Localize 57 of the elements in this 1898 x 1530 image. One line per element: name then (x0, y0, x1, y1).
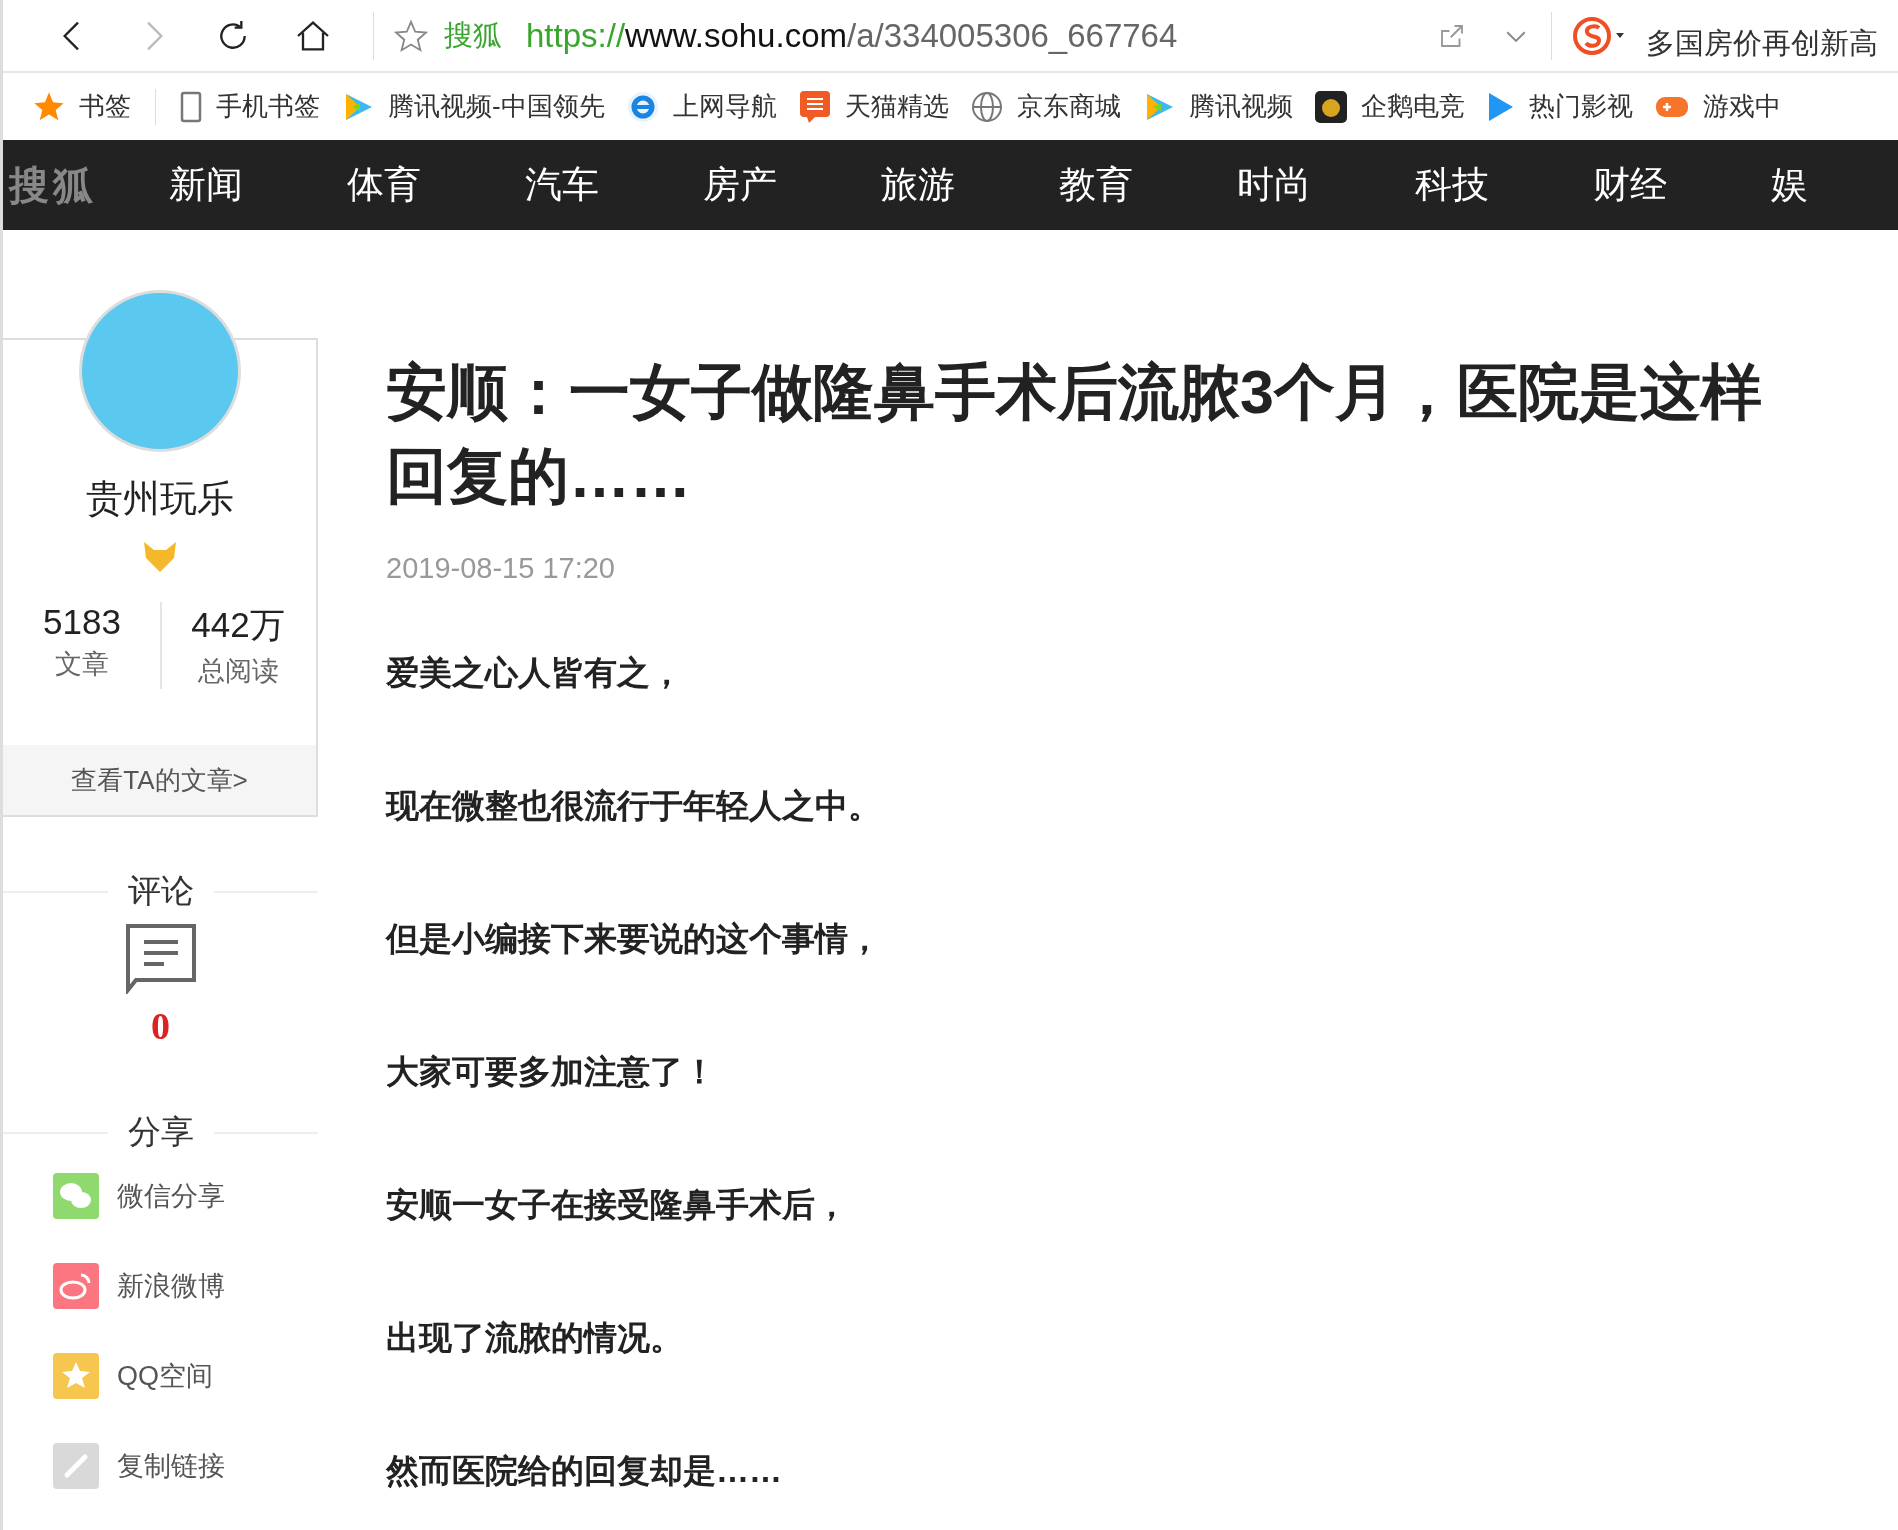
nav-link[interactable]: 新闻 (169, 160, 347, 210)
bookmark-link[interactable]: 热门影视 (1486, 89, 1633, 124)
fox-badge-icon (141, 540, 178, 574)
phone-icon (180, 90, 202, 123)
speech-badge-icon (798, 89, 831, 124)
share-option[interactable]: QQ空间 (53, 1353, 318, 1399)
article-paragraph: 大家可要多加注意了！ (386, 1052, 717, 1092)
article-title: 安顺：一女子做隆鼻手术后流脓3个月，医院是这样回复的…… (386, 357, 1763, 512)
site-name-label: 搜狐 (444, 17, 502, 53)
star-outline-icon (394, 18, 428, 53)
nav-link[interactable]: 财经 (1593, 160, 1771, 210)
article-paragraph: 出现了流脓的情况。 (386, 1318, 684, 1358)
stat-label: 文章 (55, 648, 109, 681)
nav-link[interactable]: 汽车 (525, 160, 703, 210)
nav-link[interactable]: 体育 (347, 160, 525, 210)
search-engine-icon[interactable] (1572, 15, 1626, 56)
search-suggestion[interactable]: 多国房价再创新高 (1646, 23, 1878, 64)
share-option[interactable]: 新浪微博 (53, 1263, 318, 1309)
article-paragraph: 爱美之心人皆有之， (386, 653, 684, 693)
article-paragraph: 安顺一女子在接受隆鼻手术后， (386, 1185, 849, 1225)
bookmark-link[interactable]: 天猫精选 (798, 89, 949, 124)
article-paragraph: 但是小编接下来要说的这个事情， (386, 919, 882, 959)
bookmark-link[interactable]: 腾讯视频-中国领先 (342, 89, 605, 124)
site-logo[interactable]: 搜狐 (9, 157, 97, 213)
bookmark-link[interactable]: 游戏中 (1654, 89, 1781, 124)
bookmark-link[interactable]: 书签 (33, 89, 131, 124)
bookmark-link[interactable]: 手机书签 (180, 89, 320, 124)
bookmark-link[interactable]: 企鹅电竞 (1314, 89, 1465, 124)
nav-link[interactable]: 时尚 (1237, 160, 1415, 210)
address-field[interactable]: https://www.sohu.com/a/334005306_667764 (526, 16, 1437, 55)
nav-link[interactable]: 教育 (1059, 160, 1237, 210)
share-option[interactable]: 微信分享 (53, 1173, 318, 1219)
bookmark-link[interactable]: 上网导航 (626, 89, 777, 124)
stat-label: 总阅读 (197, 655, 279, 688)
section-heading: 分享 (127, 1112, 194, 1152)
bookmark-link[interactable]: 京东商城 (970, 89, 1121, 124)
play-icon (1486, 90, 1515, 123)
stat-value: 442万 (191, 604, 285, 646)
view-articles-link[interactable]: 查看TA的文章> (3, 745, 316, 815)
nav-link[interactable]: 旅游 (881, 160, 1059, 210)
comment-count: 0 (151, 1004, 170, 1048)
e-logo-icon (626, 90, 659, 123)
share-option[interactable]: 复制链接 (53, 1443, 318, 1489)
section-heading: 评论 (127, 871, 194, 911)
nav-link[interactable]: 娱 (1771, 160, 1898, 210)
author-name: 贵州玩乐 (85, 477, 234, 521)
publish-date: 2019-08-15 17:20 (386, 552, 616, 585)
globe-icon (970, 90, 1003, 123)
nav-link[interactable]: 房产 (703, 160, 881, 210)
article-paragraph: 然而医院给的回复却是…… (386, 1451, 783, 1491)
bookmark-link[interactable]: 腾讯视频 (1142, 89, 1293, 124)
chat-bubbles-icon (53, 1173, 99, 1219)
article-paragraph: 现在微整也很流行于年轻人之中。 (386, 786, 882, 826)
stat-value: 5183 (43, 602, 121, 642)
weibo-icon (53, 1263, 99, 1309)
comment-icon[interactable] (125, 924, 196, 994)
nav-link[interactable]: 科技 (1415, 160, 1593, 210)
